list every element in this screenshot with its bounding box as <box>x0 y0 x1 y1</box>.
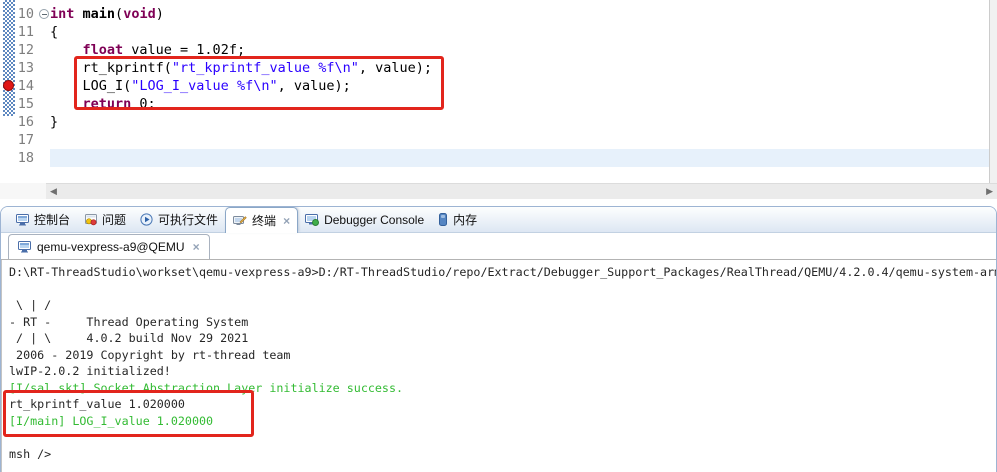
keyword-token: void <box>123 6 156 22</box>
code-token: , value); <box>278 78 351 94</box>
code-text: int main(void) <box>50 5 989 23</box>
scroll-left-arrow-icon[interactable]: ◀ <box>50 187 57 196</box>
code-token: ( <box>115 6 123 22</box>
code-text: rt_kprintf("rt_kprintf_value %f\n", valu… <box>50 59 989 77</box>
subtab-label: qemu-vexpress-a9@QEMU <box>37 240 185 254</box>
code-token: ) <box>156 6 164 22</box>
code-token: 0; <box>131 96 155 112</box>
tab-debugger-console[interactable]: Debugger Console <box>298 207 431 232</box>
code-line-15[interactable]: 15 return 0; <box>0 95 989 113</box>
terminal-line: - RT - Thread Operating System <box>9 315 996 332</box>
terminal-line <box>9 430 996 447</box>
code-line-18[interactable]: 18 <box>0 149 989 167</box>
close-icon[interactable]: × <box>193 240 200 254</box>
scrollbar-track[interactable]: ◀ ▶ <box>46 183 997 199</box>
fold-gutter[interactable] <box>38 113 50 131</box>
code-line-13[interactable]: 13 rt_kprintf("rt_kprintf_value %f\n", v… <box>0 59 989 77</box>
code-token: rt_kprintf( <box>50 60 172 76</box>
code-text <box>50 131 989 149</box>
collapse-icon[interactable] <box>39 9 49 19</box>
code-lines: 10int main(void)11{12 float value = 1.02… <box>0 0 989 167</box>
keyword-token: int <box>50 6 74 22</box>
problems-icon <box>84 214 97 226</box>
console-icon <box>16 214 29 226</box>
code-text: return 0; <box>50 95 989 113</box>
terminal-icon <box>233 215 247 227</box>
terminal-subtab-bar: qemu-vexpress-a9@QEMU × <box>1 233 996 260</box>
string-token: "LOG_I_value %f\n" <box>131 78 277 94</box>
code-line-17[interactable]: 17 <box>0 131 989 149</box>
fold-gutter[interactable] <box>38 59 50 77</box>
code-text <box>50 149 989 167</box>
string-token: "rt_kprintf_value %f\n" <box>172 60 359 76</box>
tab-problems[interactable]: 问题 <box>77 207 133 232</box>
range-indicator-bar <box>3 0 15 116</box>
terminal-line: [I/main] LOG_I_value 1.020000 <box>9 414 996 431</box>
terminal-line: rt_kprintf_value 1.020000 <box>9 397 996 414</box>
code-token: main <box>83 6 116 22</box>
debugger-console-icon <box>305 214 319 226</box>
code-line-14[interactable]: 14 LOG_I("LOG_I_value %f\n", value); <box>0 77 989 95</box>
fold-gutter[interactable] <box>38 77 50 95</box>
terminal-line <box>9 282 996 299</box>
tab-label: 内存 <box>453 211 477 228</box>
fold-gutter[interactable] <box>38 23 50 41</box>
code-text: float value = 1.02f; <box>50 41 989 59</box>
monitor-icon <box>18 241 31 253</box>
tab-label: 问题 <box>102 211 126 228</box>
code-editor[interactable]: 10int main(void)11{12 float value = 1.02… <box>0 0 989 183</box>
code-token <box>74 6 82 22</box>
tab-label: 可执行文件 <box>158 211 218 228</box>
code-token: } <box>50 114 58 130</box>
code-token <box>50 96 83 112</box>
scroll-right-arrow-icon[interactable]: ▶ <box>986 187 993 196</box>
code-token: value = 1.02f; <box>123 42 245 58</box>
code-token: LOG_I( <box>50 78 131 94</box>
line-number[interactable]: 17 <box>0 131 38 149</box>
tab-label: 控制台 <box>34 211 70 228</box>
terminal-line: msh /> <box>9 447 996 464</box>
terminal-line: 2006 - 2019 Copyright by rt-thread team <box>9 348 996 365</box>
subtab-qemu-terminal[interactable]: qemu-vexpress-a9@QEMU × <box>8 234 210 259</box>
code-text: LOG_I("LOG_I_value %f\n", value); <box>50 77 989 95</box>
code-line-11[interactable]: 11{ <box>0 23 989 41</box>
terminal-line: / | \ 4.0.2 build Nov 29 2021 <box>9 331 996 348</box>
overview-ruler[interactable] <box>989 0 997 183</box>
line-number[interactable]: 18 <box>0 149 38 167</box>
breakpoint-icon[interactable] <box>3 80 14 91</box>
memory-icon <box>438 213 448 226</box>
tab-label: 终端 <box>252 212 276 229</box>
fold-gutter[interactable] <box>38 95 50 113</box>
tab-label: Debugger Console <box>324 213 424 227</box>
panel-tab-bar: 控制台 问题 可执行文件 终端 × Debugger Console 内存 <box>1 207 996 233</box>
terminal-line: D:\RT-ThreadStudio\workset\qemu-vexpress… <box>9 265 996 282</box>
keyword-token: return <box>83 96 132 112</box>
code-token <box>50 42 83 58</box>
code-line-16[interactable]: 16} <box>0 113 989 131</box>
fold-gutter[interactable] <box>38 41 50 59</box>
code-line-12[interactable]: 12 float value = 1.02f; <box>0 41 989 59</box>
terminal-line: [I/sal.skt] Socket Abstraction Layer ini… <box>9 381 996 398</box>
tab-executables[interactable]: 可执行文件 <box>133 207 225 232</box>
code-text: { <box>50 23 989 41</box>
code-text: } <box>50 113 989 131</box>
close-icon[interactable]: × <box>283 214 290 228</box>
terminal-output[interactable]: D:\RT-ThreadStudio\workset\qemu-vexpress… <box>1 260 996 472</box>
terminal-line: \ | / <box>9 298 996 315</box>
scrollbar-corner <box>0 183 46 199</box>
keyword-token: float <box>83 42 124 58</box>
fold-gutter[interactable] <box>38 149 50 167</box>
code-token: , value); <box>359 60 432 76</box>
editor-horizontal-scrollbar[interactable]: ◀ ▶ <box>0 183 997 199</box>
terminal-line: lwIP-2.0.2 initialized! <box>9 364 996 381</box>
fold-gutter[interactable] <box>38 131 50 149</box>
code-line-10[interactable]: 10int main(void) <box>0 5 989 23</box>
tab-memory[interactable]: 内存 <box>431 207 484 232</box>
fold-gutter[interactable] <box>38 5 50 23</box>
tab-terminal[interactable]: 终端 × <box>225 207 298 233</box>
code-token: { <box>50 24 58 40</box>
bottom-view-panel: 控制台 问题 可执行文件 终端 × Debugger Console 内存 qemu-vex… <box>0 206 997 472</box>
tab-console[interactable]: 控制台 <box>9 207 77 232</box>
executables-icon <box>140 213 153 226</box>
